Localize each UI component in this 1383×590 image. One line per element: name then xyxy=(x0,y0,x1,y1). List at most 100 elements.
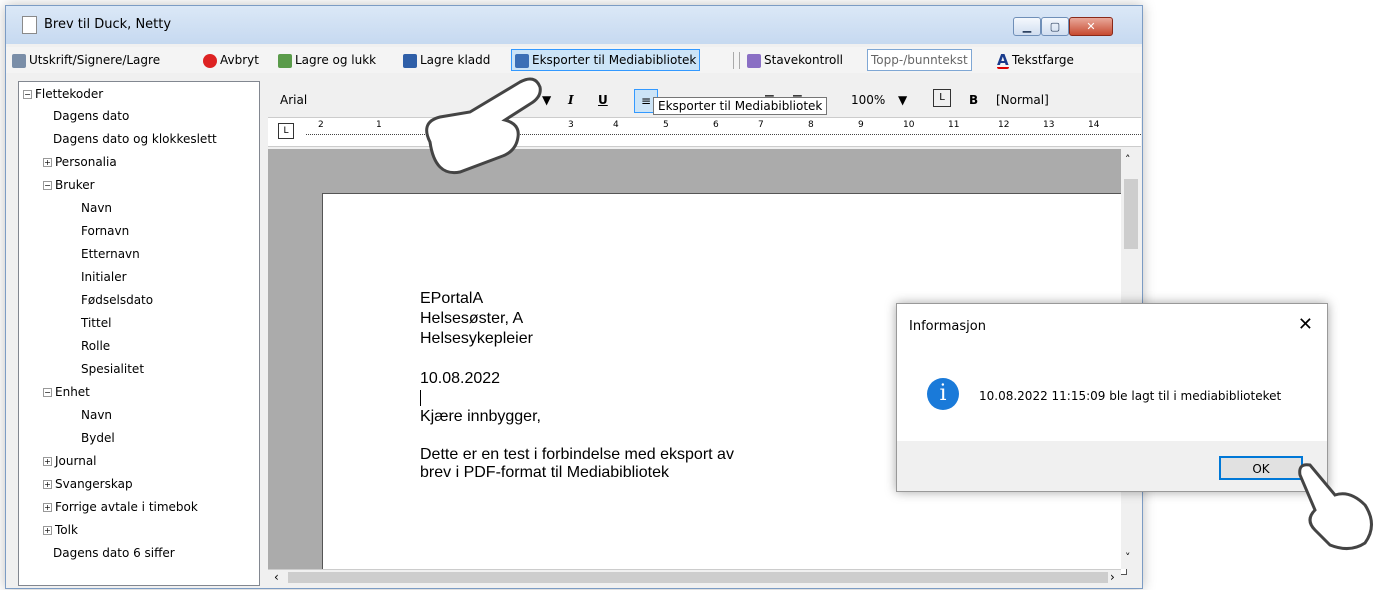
tree-node[interactable]: Navn xyxy=(81,198,112,218)
doc-line: EPortalA xyxy=(420,290,484,307)
expand-icon[interactable]: + xyxy=(43,526,52,535)
tree-node[interactable]: Navn xyxy=(81,405,112,425)
collapse-icon[interactable]: − xyxy=(43,388,52,397)
ruler[interactable]: 2 1 3 4 5 6 7 8 9 10 11 12 13 14 L xyxy=(268,117,1141,147)
ruler-label: 4 xyxy=(613,120,619,130)
ruler-label: 10 xyxy=(903,120,915,130)
spellcheck-button[interactable]: Stavekontroll xyxy=(747,50,843,70)
tree-node[interactable]: Dagens dato 6 siffer xyxy=(53,543,175,563)
pointing-hand-icon xyxy=(425,77,542,175)
tree-node-label: Flettekoder xyxy=(35,87,104,101)
toolbar: Utskrift/Signere/Lagre Avbryt Lagre og l… xyxy=(6,47,1142,73)
expand-icon[interactable]: + xyxy=(43,480,52,489)
tree-node[interactable]: Tittel xyxy=(81,313,111,333)
tree-node[interactable]: Spesialitet xyxy=(81,359,144,379)
tree-node-label: Forrige avtale i timebok xyxy=(55,500,198,514)
ruler-label: 12 xyxy=(998,120,1010,130)
merge-code-tree: − Flettekoder Dagens dato Dagens dato og kl… xyxy=(18,81,260,586)
tree-node[interactable]: + Journal xyxy=(43,451,97,471)
font-select[interactable]: Arial xyxy=(280,93,307,107)
bold-button[interactable]: B xyxy=(969,93,978,107)
scroll-up-arrow[interactable]: ˄ xyxy=(1125,153,1131,166)
tree-node-label: Fødselsdato xyxy=(81,293,154,307)
print-label: Utskrift/Signere/Lagre xyxy=(29,53,161,67)
zoom-select[interactable]: 100% xyxy=(851,93,885,107)
document-icon xyxy=(22,16,37,34)
horizontal-scrollbar[interactable]: ‹ › xyxy=(268,569,1121,585)
save-close-label: Lagre og lukk xyxy=(295,53,377,67)
collapse-icon[interactable]: − xyxy=(43,181,52,190)
header-footer-button[interactable]: Topp-/bunntekst xyxy=(867,49,972,71)
info-icon: i xyxy=(927,378,959,410)
dialog-title: Informasjon xyxy=(909,319,986,334)
tree-node-label: Fornavn xyxy=(81,224,130,238)
tab-type-icon[interactable]: L xyxy=(278,123,294,139)
dialog-close-icon[interactable]: ✕ xyxy=(1298,314,1313,335)
cancel-button[interactable]: Avbryt xyxy=(203,50,259,70)
expand-icon[interactable]: + xyxy=(43,158,52,167)
tree-node-label: Personalia xyxy=(55,155,117,169)
expand-icon[interactable]: + xyxy=(43,503,52,512)
tree-node-label: Initialer xyxy=(81,270,127,284)
tree-node-label: Journal xyxy=(55,454,97,468)
tree-node[interactable]: Fødselsdato xyxy=(81,290,153,310)
save-close-button[interactable]: Lagre og lukk xyxy=(278,50,376,70)
ruler-label: 7 xyxy=(758,120,764,130)
zoom-dropdown-arrow[interactable]: ▼ xyxy=(898,93,907,107)
tab-stop-icon[interactable]: L xyxy=(933,89,951,107)
info-dialog: Informasjon ✕ i 10.08.2022 11:15:09 ble … xyxy=(896,303,1328,492)
tree-node-label: Svangerskap xyxy=(55,477,133,491)
printer-icon xyxy=(12,53,26,68)
tree-root[interactable]: − Flettekoder xyxy=(23,84,103,104)
dialog-footer: OK xyxy=(897,441,1327,491)
expand-icon[interactable]: + xyxy=(43,457,52,466)
text-cursor xyxy=(420,390,421,406)
tree-node[interactable]: − Bruker xyxy=(43,175,95,195)
ruler-label: 11 xyxy=(948,120,960,130)
maximize-button[interactable]: ▢ xyxy=(1041,17,1069,36)
doc-line: Kjære innbygger, xyxy=(420,408,541,425)
tree-node-label: Etternavn xyxy=(81,247,140,261)
tree-node[interactable]: Bydel xyxy=(81,428,115,448)
tree-node[interactable]: Etternavn xyxy=(81,244,140,264)
tree-node[interactable]: + Forrige avtale i timebok xyxy=(43,497,198,517)
ruler-label: 1 xyxy=(376,120,382,130)
tree-node[interactable]: + Personalia xyxy=(43,152,117,172)
tree-node[interactable]: + Svangerskap xyxy=(43,474,133,494)
tree-node[interactable]: Fornavn xyxy=(81,221,129,241)
tree-node[interactable]: − Enhet xyxy=(43,382,90,402)
hscroll-thumb[interactable] xyxy=(288,572,1108,583)
scroll-right-arrow[interactable]: › xyxy=(1110,570,1115,584)
tree-node[interactable]: + Tolk xyxy=(43,520,78,540)
ruler-label: 5 xyxy=(663,120,669,130)
collapse-icon[interactable]: − xyxy=(23,90,32,99)
tree-node-label: Bruker xyxy=(55,178,95,192)
tree-node[interactable]: Dagens dato og klokkeslett xyxy=(53,129,217,149)
toolbar-separator xyxy=(733,52,734,69)
tree-node-label: Navn xyxy=(81,201,113,215)
cancel-icon xyxy=(203,53,217,68)
close-button[interactable]: ✕ xyxy=(1069,17,1113,36)
minimize-button[interactable]: ▁ xyxy=(1013,17,1041,36)
save-close-icon xyxy=(278,53,292,68)
scroll-thumb[interactable] xyxy=(1124,179,1138,249)
tree-node[interactable]: Initialer xyxy=(81,267,127,287)
title-bar: Brev til Duck, Netty ▁ ▢ ✕ xyxy=(6,6,1142,44)
scroll-left-arrow[interactable]: ‹ xyxy=(274,570,279,584)
underline-button[interactable]: U xyxy=(598,93,608,107)
tree-node-label: Tittel xyxy=(81,316,112,330)
style-select[interactable]: [Normal] xyxy=(996,93,1049,107)
tree-node[interactable]: Dagens dato xyxy=(53,106,129,126)
tree-node[interactable]: Rolle xyxy=(81,336,110,356)
text-color-icon: A xyxy=(997,50,1009,69)
text-color-button[interactable]: A Tekstfarge xyxy=(997,50,1074,70)
tree-node-label: Bydel xyxy=(81,431,115,445)
print-button[interactable]: Utskrift/Signere/Lagre xyxy=(12,50,160,70)
window-title: Brev til Duck, Netty xyxy=(44,17,172,32)
tree-node-label: Dagens dato og klokkeslett xyxy=(53,132,217,146)
pointing-hand-icon xyxy=(1298,463,1373,550)
scroll-down-arrow[interactable]: ˅ xyxy=(1125,551,1131,564)
doc-line: Dette er en test i forbindelse med ekspo… xyxy=(420,446,734,463)
doc-line: 10.08.2022 xyxy=(420,370,501,387)
dialog-message: 10.08.2022 11:15:09 ble lagt til i media… xyxy=(979,389,1282,403)
